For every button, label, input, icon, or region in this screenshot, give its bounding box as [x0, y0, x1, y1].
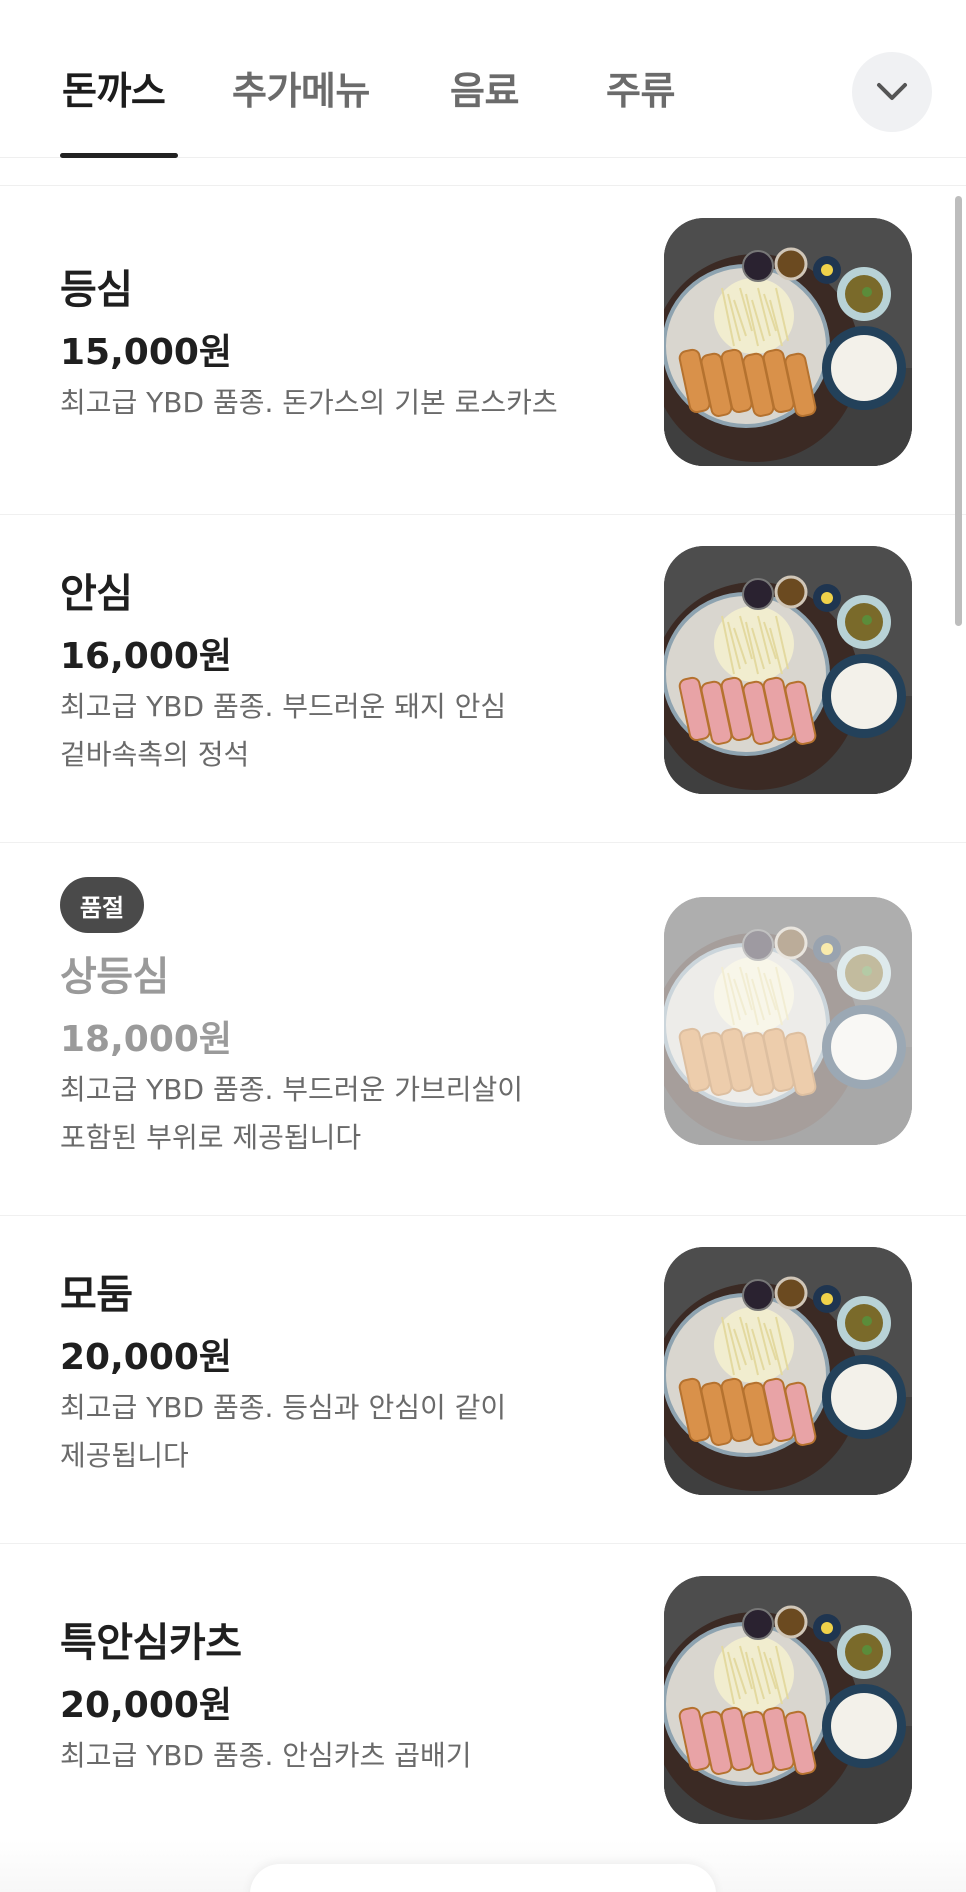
menu-item-name: 안심 — [60, 571, 133, 617]
menu-item-modum[interactable]: 모둠 20,000원 최고급 YBD 품종. 등심과 안심이 같이 제공됩니다 — [0, 1216, 966, 1544]
description-line: 최고급 YBD 품종. 부드러운 가브리살이 — [60, 1073, 524, 1106]
section-divider — [0, 158, 966, 186]
menu-item-name: 등심 — [60, 267, 133, 313]
menu-item-price: 20,000원 — [60, 1337, 233, 1378]
menu-item-image — [664, 897, 912, 1145]
menu-item-image — [664, 1576, 912, 1824]
menu-item-price: 15,000원 — [60, 332, 233, 373]
menu-item-ansim[interactable]: 안심 16,000원 최고급 YBD 품종. 부드러운 돼지 안심 겉바속촉의 … — [0, 515, 966, 843]
description-line: 최고급 YBD 품종. 등심과 안심이 같이 — [60, 1391, 507, 1424]
food-photo — [664, 1247, 912, 1495]
tab-drinks[interactable]: 음료 — [450, 60, 519, 115]
food-photo — [664, 1576, 912, 1824]
description-line: 최고급 YBD 품종. 부드러운 돼지 안심 — [60, 690, 507, 723]
menu-item-image — [664, 546, 912, 794]
menu-item-description: 최고급 YBD 품종. 안심카츠 곱배기 — [60, 1732, 620, 1780]
menu-item-description: 최고급 YBD 품종. 돈가스의 기본 로스카츠 — [60, 379, 620, 427]
description-line: 포함된 부위로 제공됩니다 — [60, 1121, 362, 1154]
scrollbar[interactable] — [955, 196, 962, 626]
description-line: 제공됩니다 — [60, 1439, 189, 1472]
menu-item-sangdeungsim[interactable]: 품절 상등심 18,000원 최고급 YBD 품종. 부드러운 가브리살이 포함… — [0, 843, 966, 1216]
tab-alcohol[interactable]: 주류 — [606, 60, 675, 115]
menu-item-price: 18,000원 — [60, 1019, 233, 1060]
menu-item-image — [664, 1247, 912, 1495]
food-photo — [664, 546, 912, 794]
menu-item-description: 최고급 YBD 품종. 부드러운 돼지 안심 겉바속촉의 정석 — [60, 683, 620, 779]
menu-screen: 돈까스 추가메뉴 음료 주류 등심 15,000원 최고급 YBD 품종. 돈가… — [0, 0, 966, 1892]
menu-item-image — [664, 218, 912, 466]
menu-item-description: 최고급 YBD 품종. 부드러운 가브리살이 포함된 부위로 제공됩니다 — [60, 1066, 620, 1162]
chevron-down-icon — [877, 83, 907, 100]
menu-item-name: 상등심 — [60, 954, 169, 1000]
category-tab-bar: 돈까스 추가메뉴 음료 주류 — [0, 0, 966, 158]
menu-item-price: 20,000원 — [60, 1685, 233, 1726]
more-categories-button[interactable] — [852, 52, 932, 132]
menu-item-description: 최고급 YBD 품종. 등심과 안심이 같이 제공됩니다 — [60, 1384, 620, 1480]
tab-donkatsu[interactable]: 돈까스 — [62, 60, 166, 115]
menu-item-name: 모둠 — [60, 1272, 133, 1318]
sold-out-badge: 품절 — [60, 877, 144, 933]
food-photo — [664, 897, 912, 1145]
menu-item-name: 특안심카츠 — [60, 1620, 242, 1666]
food-photo — [664, 218, 912, 466]
description-line: 겉바속촉의 정석 — [60, 738, 250, 771]
menu-item-price: 16,000원 — [60, 636, 233, 677]
description-line: 최고급 YBD 품종. 돈가스의 기본 로스카츠 — [60, 386, 558, 419]
bottom-action-bar[interactable] — [250, 1864, 716, 1892]
menu-item-deungsim[interactable]: 등심 15,000원 최고급 YBD 품종. 돈가스의 기본 로스카츠 — [0, 187, 966, 515]
tab-extra-menu[interactable]: 추가메뉴 — [232, 60, 370, 115]
description-line: 최고급 YBD 품종. 안심카츠 곱배기 — [60, 1739, 472, 1772]
